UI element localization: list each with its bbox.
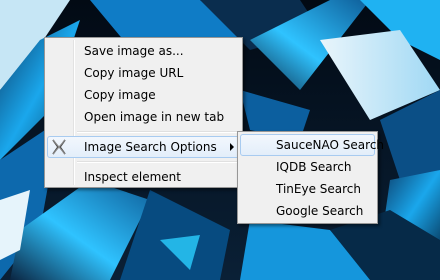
- menu-item-label: Copy image URL: [84, 66, 184, 80]
- menu-item-image-search-options[interactable]: Image Search Options: [47, 136, 240, 158]
- submenu-item-label: IQDB Search: [276, 160, 352, 174]
- submenu-item-iqdb-search[interactable]: IQDB Search: [240, 156, 375, 178]
- submenu-item-saucenao-search[interactable]: SauceNAO Search: [240, 134, 384, 156]
- menu-separator: [77, 131, 240, 133]
- menu-item-open-image-in-new-tab[interactable]: Open image in new tab: [47, 106, 240, 128]
- image-search-submenu: SauceNAO Search IQDB Search TinEye Searc…: [237, 131, 384, 224]
- menu-item-label: Save image as...: [84, 44, 184, 58]
- submenu-item-tineye-search[interactable]: TinEye Search: [240, 178, 375, 200]
- menu-item-save-image-as[interactable]: Save image as...: [47, 40, 240, 62]
- menu-item-label: Open image in new tab: [84, 110, 225, 124]
- submenu-item-label: TinEye Search: [276, 182, 362, 196]
- menu-item-copy-image-url[interactable]: Copy image URL: [47, 62, 240, 84]
- submenu-item-label: SauceNAO Search: [276, 138, 385, 152]
- menu-item-label: Image Search Options: [84, 140, 217, 154]
- menu-item-label: Copy image: [84, 88, 156, 102]
- menu-item-copy-image[interactable]: Copy image: [47, 84, 240, 106]
- menu-separator: [77, 161, 240, 163]
- image-search-extension-icon: [52, 139, 66, 155]
- menu-item-label: Inspect element: [84, 170, 181, 184]
- desktop: Save image as... Copy image URL Copy ima…: [0, 0, 440, 280]
- submenu-item-label: Google Search: [276, 204, 364, 218]
- submenu-arrow-icon: [230, 143, 234, 151]
- submenu-item-google-search[interactable]: Google Search: [240, 200, 375, 222]
- context-menu: Save image as... Copy image URL Copy ima…: [44, 37, 243, 188]
- menu-item-inspect-element[interactable]: Inspect element: [47, 166, 240, 188]
